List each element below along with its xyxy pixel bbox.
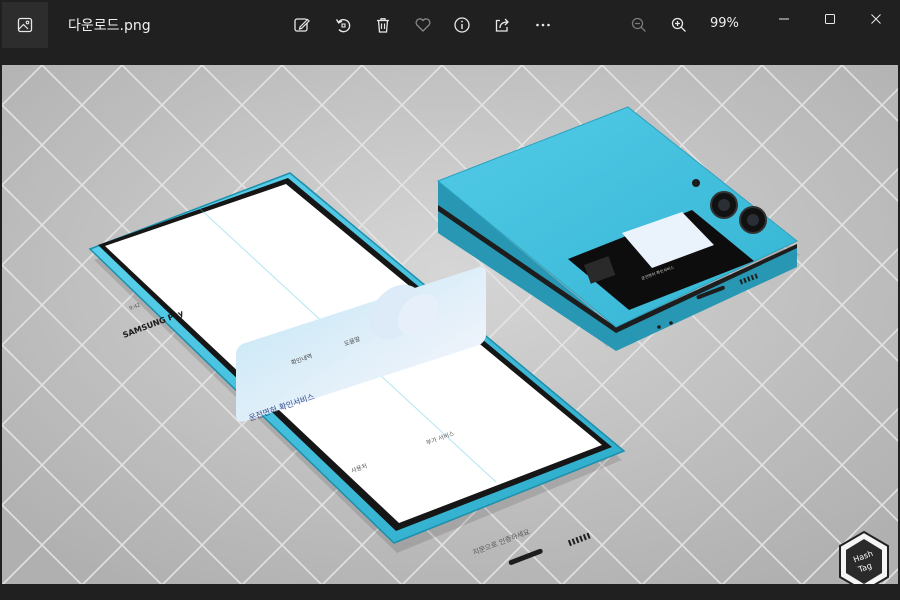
camera-flash xyxy=(692,179,700,187)
zoom-in-icon[interactable] xyxy=(668,14,690,36)
minimize-icon[interactable] xyxy=(769,8,799,30)
folded-mic-hole-2 xyxy=(669,321,673,325)
edit-image-icon[interactable] xyxy=(291,14,313,36)
more-options-icon[interactable] xyxy=(532,14,554,36)
zoom-out-icon[interactable] xyxy=(628,14,650,36)
favorite-heart-icon[interactable] xyxy=(412,14,434,36)
zoom-level[interactable]: 99% xyxy=(710,16,739,31)
share-icon[interactable] xyxy=(491,14,513,36)
delete-icon[interactable] xyxy=(372,14,394,36)
toolbar-spacer xyxy=(0,50,900,65)
gallery-app-icon[interactable] xyxy=(2,2,48,48)
title-bar: 다운로드.png 99% xyxy=(0,0,900,50)
close-icon[interactable] xyxy=(861,8,891,30)
maximize-icon[interactable] xyxy=(815,8,845,30)
photo-viewer-window: 다운로드.png 99% 운전면허 확인서비스 SAMSUNG Pay 확인내역… xyxy=(0,0,900,600)
product-photo: 운전면허 확인서비스 SAMSUNG Pay 확인내역 도움말 사용처 부가 서… xyxy=(2,65,898,584)
image-canvas[interactable]: 운전면허 확인서비스 SAMSUNG Pay 확인내역 도움말 사용처 부가 서… xyxy=(2,65,898,584)
bottom-bar xyxy=(0,584,900,600)
file-name-title: 다운로드.png xyxy=(68,18,151,34)
rotate-icon[interactable] xyxy=(332,14,354,36)
info-icon[interactable] xyxy=(451,14,473,36)
rear-camera-top-lens xyxy=(718,199,730,211)
rear-camera-bottom-lens xyxy=(747,214,759,226)
folded-mic-hole xyxy=(657,325,661,329)
